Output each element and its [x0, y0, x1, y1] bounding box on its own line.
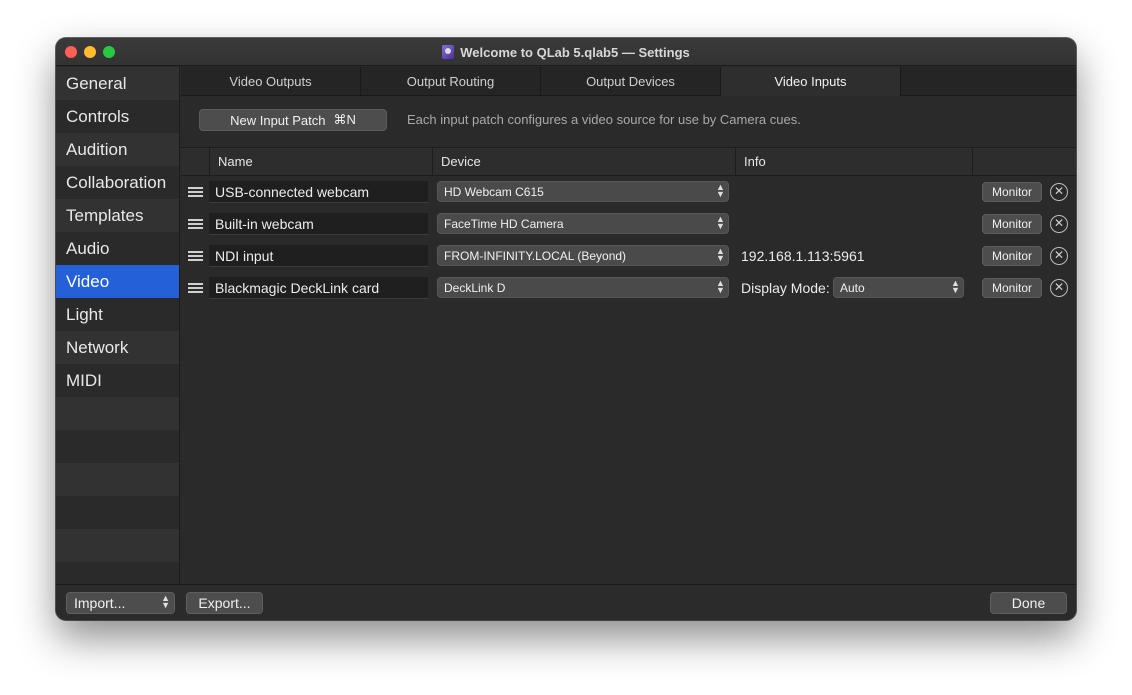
- device-select-value: HD Webcam C615: [444, 185, 544, 199]
- display-mode-value: Auto: [840, 281, 865, 295]
- column-header-name[interactable]: Name: [209, 148, 432, 176]
- table-row: Blackmagic DeckLink card DeckLink D ▲ ▼ D…: [181, 272, 1076, 304]
- display-mode-select[interactable]: Auto ▲ ▼: [833, 277, 964, 298]
- chevron-up-down-icon: ▲ ▼: [716, 278, 725, 295]
- drag-handle-icon[interactable]: [188, 283, 203, 293]
- chevron-up-down-icon: ▲ ▼: [716, 246, 725, 263]
- circle-x-icon[interactable]: ✕: [1050, 279, 1068, 297]
- settings-footer: Import... ▲ ▼ Export... Done: [56, 584, 1076, 620]
- window-title: Welcome to QLab 5.qlab5 — Settings: [460, 44, 690, 60]
- sidebar-item-general[interactable]: General: [56, 67, 179, 100]
- tab-video-outputs[interactable]: Video Outputs: [181, 67, 361, 96]
- sidebar-item-audition[interactable]: Audition: [56, 133, 179, 166]
- drag-handle-icon[interactable]: [188, 187, 203, 197]
- new-input-patch-shortcut: ⌘N: [333, 112, 356, 127]
- column-header-device[interactable]: Device: [432, 148, 735, 176]
- device-select[interactable]: FROM-INFINITY.LOCAL (Beyond) ▲ ▼: [437, 245, 729, 266]
- sidebar-empty-row: [56, 430, 179, 463]
- chevron-up-down-icon: ▲ ▼: [951, 278, 960, 295]
- sidebar-item-audio[interactable]: Audio: [56, 232, 179, 265]
- device-select-value: FROM-INFINITY.LOCAL (Beyond): [444, 249, 627, 263]
- window-title-group: Welcome to QLab 5.qlab5 — Settings: [56, 38, 1076, 66]
- chevron-up-down-icon: ▲ ▼: [161, 593, 170, 610]
- device-select[interactable]: HD Webcam C615 ▲ ▼: [437, 181, 729, 202]
- sidebar-item-network[interactable]: Network: [56, 331, 179, 364]
- circle-x-icon[interactable]: ✕: [1050, 247, 1068, 265]
- table-row: USB-connected webcam HD Webcam C615 ▲ ▼ M…: [181, 176, 1076, 208]
- new-input-patch-label: New Input Patch: [230, 112, 326, 128]
- patch-name-field[interactable]: USB-connected webcam: [209, 181, 428, 203]
- done-button[interactable]: Done: [990, 592, 1067, 614]
- sidebar-empty-row: [56, 496, 179, 529]
- tab-video-inputs[interactable]: Video Inputs: [721, 67, 901, 96]
- qlab-document-icon: [442, 45, 455, 59]
- monitor-button[interactable]: Monitor: [982, 246, 1042, 266]
- drag-handle-icon[interactable]: [188, 251, 203, 261]
- sidebar-item-controls[interactable]: Controls: [56, 100, 179, 133]
- circle-x-icon[interactable]: ✕: [1050, 183, 1068, 201]
- device-select[interactable]: FaceTime HD Camera ▲ ▼: [437, 213, 729, 234]
- patch-name-field[interactable]: NDI input: [209, 245, 428, 267]
- sidebar-item-video[interactable]: Video: [56, 265, 179, 298]
- video-settings-tabs: Video Outputs Output Routing Output Devi…: [181, 67, 1076, 96]
- chevron-up-down-icon: ▲ ▼: [716, 214, 725, 231]
- input-patch-hint: Each input patch configures a video sour…: [407, 112, 801, 127]
- display-mode-label: Display Mode:: [741, 280, 830, 296]
- sidebar-empty-row: [56, 463, 179, 496]
- circle-x-icon[interactable]: ✕: [1050, 215, 1068, 233]
- patch-name-field[interactable]: Blackmagic DeckLink card: [209, 277, 428, 299]
- sidebar-empty-row: [56, 529, 179, 562]
- settings-sidebar: General Controls Audition Collaboration …: [56, 67, 180, 595]
- patch-name-field[interactable]: Built-in webcam: [209, 213, 428, 235]
- export-button[interactable]: Export...: [186, 592, 263, 614]
- table-row: Built-in webcam FaceTime HD Camera ▲ ▼ Mo…: [181, 208, 1076, 240]
- device-select-value: DeckLink D: [444, 281, 506, 295]
- device-select[interactable]: DeckLink D ▲ ▼: [437, 277, 729, 298]
- column-header-info[interactable]: Info: [735, 148, 972, 176]
- settings-window: Welcome to QLab 5.qlab5 — Settings Gener…: [56, 38, 1076, 620]
- sidebar-item-light[interactable]: Light: [56, 298, 179, 331]
- new-input-patch-button[interactable]: New Input Patch ⌘N: [199, 109, 387, 131]
- sidebar-item-collaboration[interactable]: Collaboration: [56, 166, 179, 199]
- monitor-button[interactable]: Monitor: [982, 214, 1042, 234]
- import-select-label: Import...: [74, 595, 126, 611]
- device-select-value: FaceTime HD Camera: [444, 217, 564, 231]
- table-row: NDI input FROM-INFINITY.LOCAL (Beyond) ▲…: [181, 240, 1076, 272]
- sidebar-item-midi[interactable]: MIDI: [56, 364, 179, 397]
- device-info: 192.168.1.113:5961: [741, 248, 865, 264]
- title-bar[interactable]: Welcome to QLab 5.qlab5 — Settings: [56, 38, 1076, 66]
- chevron-up-down-icon: ▲ ▼: [716, 182, 725, 199]
- monitor-button[interactable]: Monitor: [982, 278, 1042, 298]
- sidebar-empty-row: [56, 397, 179, 430]
- monitor-button[interactable]: Monitor: [982, 182, 1042, 202]
- sidebar-item-templates[interactable]: Templates: [56, 199, 179, 232]
- import-select[interactable]: Import... ▲ ▼: [66, 592, 175, 614]
- column-header-actions: [972, 148, 1076, 176]
- input-patch-table-header: Name Device Info: [181, 147, 1076, 176]
- tab-output-devices[interactable]: Output Devices: [541, 67, 721, 96]
- tab-output-routing[interactable]: Output Routing: [361, 67, 541, 96]
- drag-handle-icon[interactable]: [188, 219, 203, 229]
